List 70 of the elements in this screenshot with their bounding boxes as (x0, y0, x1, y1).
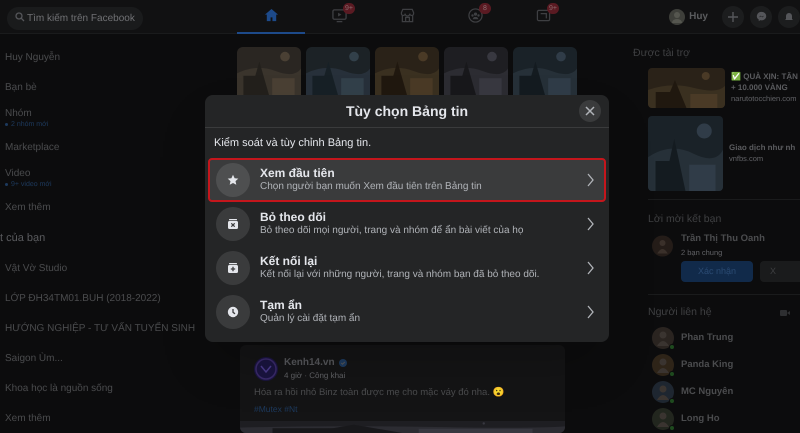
post-meta: 4 giờ · Công khai (284, 370, 346, 382)
shop-icon (400, 8, 414, 23)
search-icon (15, 12, 25, 22)
option-description: Quản lý cài đặt tạm ẩn (260, 312, 362, 325)
avatar-icon (652, 381, 674, 404)
close-button[interactable] (579, 100, 601, 122)
verified-icon (338, 358, 347, 366)
post-author: Kenh14.vn (284, 356, 335, 370)
feed-option[interactable]: Kết nối lại Kết nối lại với những người, trang và nhóm bạn đã bỏ theo dõi. (208, 246, 606, 290)
see-more-link[interactable]: Xem thêm (5, 410, 51, 426)
page-avatar-icon (254, 356, 278, 380)
profile-button[interactable]: Huy (667, 6, 716, 28)
sidebar-link[interactable]: Nhóm (5, 108, 200, 120)
messenger-icon (756, 11, 766, 22)
option-title: Kết nối lại (260, 254, 318, 268)
option-title: Tạm ẩn (260, 298, 304, 312)
avatar-icon (652, 327, 674, 350)
section-heading: t của bạn (0, 230, 46, 246)
hashtag-link[interactable]: #Mutex #Nt (254, 403, 551, 416)
contact-name[interactable]: Long Ho (681, 412, 720, 427)
bell-icon (784, 12, 794, 22)
sidebar-link[interactable]: Xem thêm (5, 202, 200, 214)
avatar-icon (669, 8, 686, 24)
avatar-icon (652, 408, 674, 430)
shortcut-link[interactable]: Saigon Ùm... (5, 350, 63, 366)
messenger-button[interactable] (750, 6, 772, 28)
chevron-right-icon (587, 216, 594, 230)
friend-name[interactable]: Trần Thị Thu Oanh (681, 232, 800, 247)
clock-icon (227, 306, 239, 318)
option-description: Kết nối lại với những người, trang và nhóm bạn đã bỏ theo dõi. (260, 268, 540, 281)
contact-name[interactable]: Phan Trung (681, 330, 734, 346)
sidebar-link[interactable]: Bạn bè (5, 82, 200, 94)
shortcut-link[interactable]: LỚP ĐH34TM01.BUH (2018-2022) (5, 290, 161, 306)
box-plus-icon (227, 262, 239, 274)
ad-title[interactable]: Giao dịch như nh (729, 142, 796, 154)
people-icon (468, 8, 482, 23)
shortcut-link[interactable]: Vật Vờ Studio (5, 260, 68, 276)
shortcut-link[interactable]: HƯỚNG NGHIỆP - TƯ VẤN TUYỂN SINH (5, 320, 196, 336)
chevron-right-icon (587, 304, 594, 318)
sidebar-link[interactable]: Huy Nguyễn (5, 52, 200, 64)
dialog-title: Tùy chọn Bảng tin (346, 102, 468, 121)
plus-icon (728, 12, 738, 22)
search-field[interactable]: Tìm kiếm trên Facebook (7, 7, 143, 30)
option-title: Bỏ theo dõi (260, 210, 327, 224)
game-icon (536, 8, 550, 23)
feed-option[interactable]: Xem đầu tiên Chọn người bạn muốn Xem đầu tiên trên Bảng tin (208, 158, 606, 202)
feed-option[interactable]: Bỏ theo dõi Bỏ theo dõi mọi người, trang và nhóm để ẩn bài viết của họ (208, 202, 606, 246)
box-x-icon (227, 218, 239, 230)
option-description: Bỏ theo dõi mọi người, trang và nhóm để ẩn bài viết của họ (260, 224, 524, 237)
avatar-icon (652, 354, 674, 376)
close-icon (585, 106, 595, 116)
ad-title[interactable]: + 10.000 VÀNG (731, 82, 798, 94)
dialog-subtitle: Kiểm soát và tùy chỉnh Bảng tin. (213, 136, 372, 151)
video-call-icon[interactable] (780, 308, 790, 317)
option-description: Chọn người bạn muốn Xem đầu tiên trên Bảng tin (260, 180, 483, 193)
contact-name[interactable]: Panda King (681, 358, 734, 372)
option-title: Xem đầu tiên (260, 166, 336, 180)
shortcut-link[interactable]: Khoa học là nguồn sống (5, 380, 113, 396)
create-button[interactable] (722, 6, 744, 28)
sidebar-link[interactable]: Video (5, 168, 200, 180)
ad-title[interactable]: ✅ QUÀ XỊN: TẶN (731, 71, 798, 82)
contact-name[interactable]: MC Nguyên (681, 385, 734, 400)
video-icon (332, 8, 346, 23)
home-icon (264, 8, 278, 23)
sidebar-link[interactable]: Marketplace (5, 142, 200, 154)
chevron-right-icon (587, 172, 594, 186)
notifications-button[interactable] (778, 6, 800, 28)
star-icon (227, 174, 239, 186)
feed-option[interactable]: Tạm ẩn Quản lý cài đặt tạm ẩn (208, 290, 606, 334)
chevron-right-icon (587, 260, 594, 274)
